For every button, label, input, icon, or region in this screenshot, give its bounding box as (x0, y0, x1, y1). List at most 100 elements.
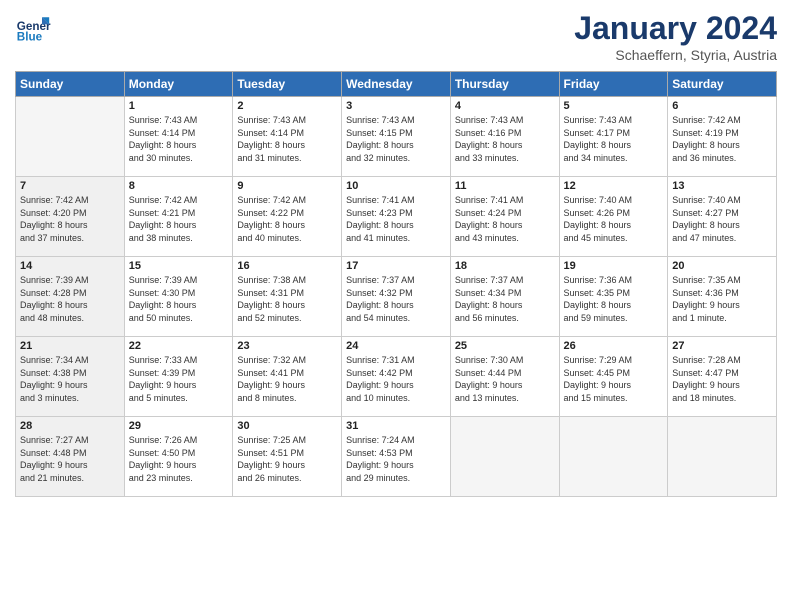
day-info: Sunrise: 7:37 AM Sunset: 4:34 PM Dayligh… (455, 274, 555, 324)
calendar-cell: 20 Sunrise: 7:35 AM Sunset: 4:36 PM Dayli… (668, 257, 777, 337)
day-number: 29 (129, 420, 229, 432)
calendar-cell: 9 Sunrise: 7:42 AM Sunset: 4:22 PM Daylig… (233, 177, 342, 257)
title-block: January 2024 Schaeffern, Styria, Austria (574, 10, 777, 63)
day-info: Sunrise: 7:41 AM Sunset: 4:24 PM Dayligh… (455, 194, 555, 244)
day-info: Sunrise: 7:43 AM Sunset: 4:17 PM Dayligh… (564, 114, 664, 164)
day-info: Sunrise: 7:26 AM Sunset: 4:50 PM Dayligh… (129, 434, 229, 484)
day-number: 15 (129, 260, 229, 272)
day-number: 13 (672, 180, 772, 192)
calendar-cell: 29 Sunrise: 7:26 AM Sunset: 4:50 PM Dayli… (124, 417, 233, 497)
weekday-header-friday: Friday (559, 72, 668, 97)
day-number: 1 (129, 100, 229, 112)
calendar-cell: 25 Sunrise: 7:30 AM Sunset: 4:44 PM Dayli… (450, 337, 559, 417)
day-info: Sunrise: 7:43 AM Sunset: 4:15 PM Dayligh… (346, 114, 446, 164)
weekday-header-thursday: Thursday (450, 72, 559, 97)
day-info: Sunrise: 7:30 AM Sunset: 4:44 PM Dayligh… (455, 354, 555, 404)
day-number: 16 (237, 260, 337, 272)
day-number: 2 (237, 100, 337, 112)
day-number: 19 (564, 260, 664, 272)
day-number: 4 (455, 100, 555, 112)
calendar-week-2: 7 Sunrise: 7:42 AM Sunset: 4:20 PM Daylig… (16, 177, 777, 257)
day-number: 12 (564, 180, 664, 192)
calendar-cell: 19Sunrise: 7:36 AM Sunset: 4:35 PM Dayli… (559, 257, 668, 337)
day-number: 6 (672, 100, 772, 112)
day-number: 3 (346, 100, 446, 112)
calendar-cell: 30 Sunrise: 7:25 AM Sunset: 4:51 PM Dayli… (233, 417, 342, 497)
calendar-cell (559, 417, 668, 497)
day-number: 30 (237, 420, 337, 432)
calendar-cell (668, 417, 777, 497)
calendar-table: SundayMondayTuesdayWednesdayThursdayFrid… (15, 71, 777, 497)
calendar-cell: 28Sunrise: 7:27 AM Sunset: 4:48 PM Dayli… (16, 417, 125, 497)
day-number: 27 (672, 340, 772, 352)
calendar-cell (450, 417, 559, 497)
day-number: 25 (455, 340, 555, 352)
svg-text:Blue: Blue (17, 31, 43, 44)
calendar-cell: 13 Sunrise: 7:40 AM Sunset: 4:27 PM Dayli… (668, 177, 777, 257)
weekday-header-tuesday: Tuesday (233, 72, 342, 97)
calendar-cell (16, 97, 125, 177)
day-number: 26 (564, 340, 664, 352)
weekday-header-monday: Monday (124, 72, 233, 97)
day-info: Sunrise: 7:28 AM Sunset: 4:47 PM Dayligh… (672, 354, 772, 404)
calendar-cell: 4Sunrise: 7:43 AM Sunset: 4:16 PM Daylig… (450, 97, 559, 177)
logo: General Blue (15, 10, 55, 46)
day-number: 11 (455, 180, 555, 192)
day-info: Sunrise: 7:40 AM Sunset: 4:26 PM Dayligh… (564, 194, 664, 244)
calendar-cell: 31 Sunrise: 7:24 AM Sunset: 4:53 PM Dayli… (342, 417, 451, 497)
calendar-body: 1 Sunrise: 7:43 AM Sunset: 4:14 PM Daylig… (16, 97, 777, 497)
day-number: 8 (129, 180, 229, 192)
day-info: Sunrise: 7:25 AM Sunset: 4:51 PM Dayligh… (237, 434, 337, 484)
calendar-cell: 3 Sunrise: 7:43 AM Sunset: 4:15 PM Daylig… (342, 97, 451, 177)
day-info: Sunrise: 7:42 AM Sunset: 4:19 PM Dayligh… (672, 114, 772, 164)
logo-icon: General Blue (15, 10, 51, 46)
day-info: Sunrise: 7:42 AM Sunset: 4:22 PM Dayligh… (237, 194, 337, 244)
calendar-cell: 6 Sunrise: 7:42 AM Sunset: 4:19 PM Daylig… (668, 97, 777, 177)
day-info: Sunrise: 7:43 AM Sunset: 4:14 PM Dayligh… (237, 114, 337, 164)
day-info: Sunrise: 7:31 AM Sunset: 4:42 PM Dayligh… (346, 354, 446, 404)
location-subtitle: Schaeffern, Styria, Austria (574, 47, 777, 63)
calendar-cell: 12 Sunrise: 7:40 AM Sunset: 4:26 PM Dayli… (559, 177, 668, 257)
calendar-cell: 7 Sunrise: 7:42 AM Sunset: 4:20 PM Daylig… (16, 177, 125, 257)
weekday-header-row: SundayMondayTuesdayWednesdayThursdayFrid… (16, 72, 777, 97)
day-number: 20 (672, 260, 772, 272)
day-info: Sunrise: 7:42 AM Sunset: 4:21 PM Dayligh… (129, 194, 229, 244)
calendar-cell: 26 Sunrise: 7:29 AM Sunset: 4:45 PM Dayli… (559, 337, 668, 417)
calendar-cell: 17Sunrise: 7:37 AM Sunset: 4:32 PM Dayli… (342, 257, 451, 337)
day-info: Sunrise: 7:42 AM Sunset: 4:20 PM Dayligh… (20, 194, 120, 244)
day-info: Sunrise: 7:29 AM Sunset: 4:45 PM Dayligh… (564, 354, 664, 404)
calendar-cell: 14Sunrise: 7:39 AM Sunset: 4:28 PM Dayli… (16, 257, 125, 337)
calendar-week-5: 28Sunrise: 7:27 AM Sunset: 4:48 PM Dayli… (16, 417, 777, 497)
day-info: Sunrise: 7:35 AM Sunset: 4:36 PM Dayligh… (672, 274, 772, 324)
day-number: 7 (20, 180, 120, 192)
day-info: Sunrise: 7:24 AM Sunset: 4:53 PM Dayligh… (346, 434, 446, 484)
day-info: Sunrise: 7:27 AM Sunset: 4:48 PM Dayligh… (20, 434, 120, 484)
day-number: 9 (237, 180, 337, 192)
calendar-cell: 2 Sunrise: 7:43 AM Sunset: 4:14 PM Daylig… (233, 97, 342, 177)
day-info: Sunrise: 7:39 AM Sunset: 4:30 PM Dayligh… (129, 274, 229, 324)
calendar-cell: 8 Sunrise: 7:42 AM Sunset: 4:21 PM Daylig… (124, 177, 233, 257)
day-number: 23 (237, 340, 337, 352)
day-number: 5 (564, 100, 664, 112)
calendar-cell: 16Sunrise: 7:38 AM Sunset: 4:31 PM Dayli… (233, 257, 342, 337)
day-info: Sunrise: 7:39 AM Sunset: 4:28 PM Dayligh… (20, 274, 120, 324)
calendar-week-4: 21Sunrise: 7:34 AM Sunset: 4:38 PM Dayli… (16, 337, 777, 417)
weekday-header-sunday: Sunday (16, 72, 125, 97)
day-number: 31 (346, 420, 446, 432)
day-number: 21 (20, 340, 120, 352)
calendar-cell: 5 Sunrise: 7:43 AM Sunset: 4:17 PM Daylig… (559, 97, 668, 177)
day-info: Sunrise: 7:41 AM Sunset: 4:23 PM Dayligh… (346, 194, 446, 244)
weekday-header-wednesday: Wednesday (342, 72, 451, 97)
calendar-cell: 15 Sunrise: 7:39 AM Sunset: 4:30 PM Dayli… (124, 257, 233, 337)
calendar-cell: 27 Sunrise: 7:28 AM Sunset: 4:47 PM Dayli… (668, 337, 777, 417)
calendar-cell: 18Sunrise: 7:37 AM Sunset: 4:34 PM Dayli… (450, 257, 559, 337)
calendar-cell: 21Sunrise: 7:34 AM Sunset: 4:38 PM Dayli… (16, 337, 125, 417)
day-number: 24 (346, 340, 446, 352)
day-info: Sunrise: 7:43 AM Sunset: 4:14 PM Dayligh… (129, 114, 229, 164)
weekday-header-saturday: Saturday (668, 72, 777, 97)
day-number: 22 (129, 340, 229, 352)
day-info: Sunrise: 7:40 AM Sunset: 4:27 PM Dayligh… (672, 194, 772, 244)
calendar-cell: 10Sunrise: 7:41 AM Sunset: 4:23 PM Dayli… (342, 177, 451, 257)
calendar-cell: 22Sunrise: 7:33 AM Sunset: 4:39 PM Dayli… (124, 337, 233, 417)
calendar-week-1: 1 Sunrise: 7:43 AM Sunset: 4:14 PM Daylig… (16, 97, 777, 177)
